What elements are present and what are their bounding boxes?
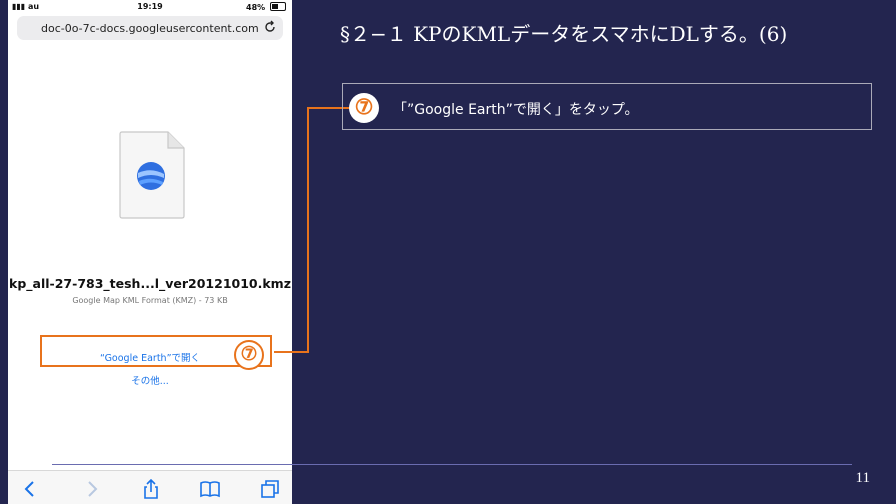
instruction-callout: ⑦ 「”Google Earth”で開く」をタップ。 <box>342 83 872 130</box>
battery-icon <box>270 2 286 11</box>
browser-toolbar <box>8 470 292 504</box>
share-icon[interactable] <box>141 479 161 499</box>
step-marker-small: ⑦ <box>234 340 264 370</box>
forward-icon[interactable] <box>82 479 102 499</box>
phone-screenshot: ▮▮▮ au 19:19 48% doc-0o-7c-docs.googleus… <box>8 0 292 504</box>
url-bar[interactable]: doc-0o-7c-docs.googleusercontent.com <box>17 16 283 40</box>
page-number: 11 <box>855 470 870 486</box>
tabs-icon[interactable] <box>260 479 280 499</box>
google-earth-file-icon <box>119 131 185 219</box>
bookmarks-icon[interactable] <box>200 479 220 499</box>
connector-line <box>274 351 308 353</box>
instruction-text: 「”Google Earth”で開く」をタップ。 <box>393 102 639 118</box>
reload-icon[interactable] <box>262 19 278 35</box>
slide-title: §２−１ KPのKMLデータをスマホにDLする。(6) <box>340 22 788 46</box>
more-options-button[interactable]: その他... <box>8 373 292 387</box>
step-marker: ⑦ <box>349 93 379 123</box>
file-meta: Google Map KML Format (KMZ) - 73 KB <box>72 296 228 305</box>
url-text: doc-0o-7c-docs.googleusercontent.com <box>41 22 259 35</box>
status-bar: ▮▮▮ au 19:19 48% <box>8 0 292 14</box>
file-name: kp_all-27-783_tesh...l_ver20121010.kmz <box>9 276 291 291</box>
back-icon[interactable] <box>20 479 40 499</box>
battery-status: 48% <box>246 2 286 12</box>
bottom-rule <box>52 464 852 465</box>
connector-line-vertical <box>307 107 309 353</box>
